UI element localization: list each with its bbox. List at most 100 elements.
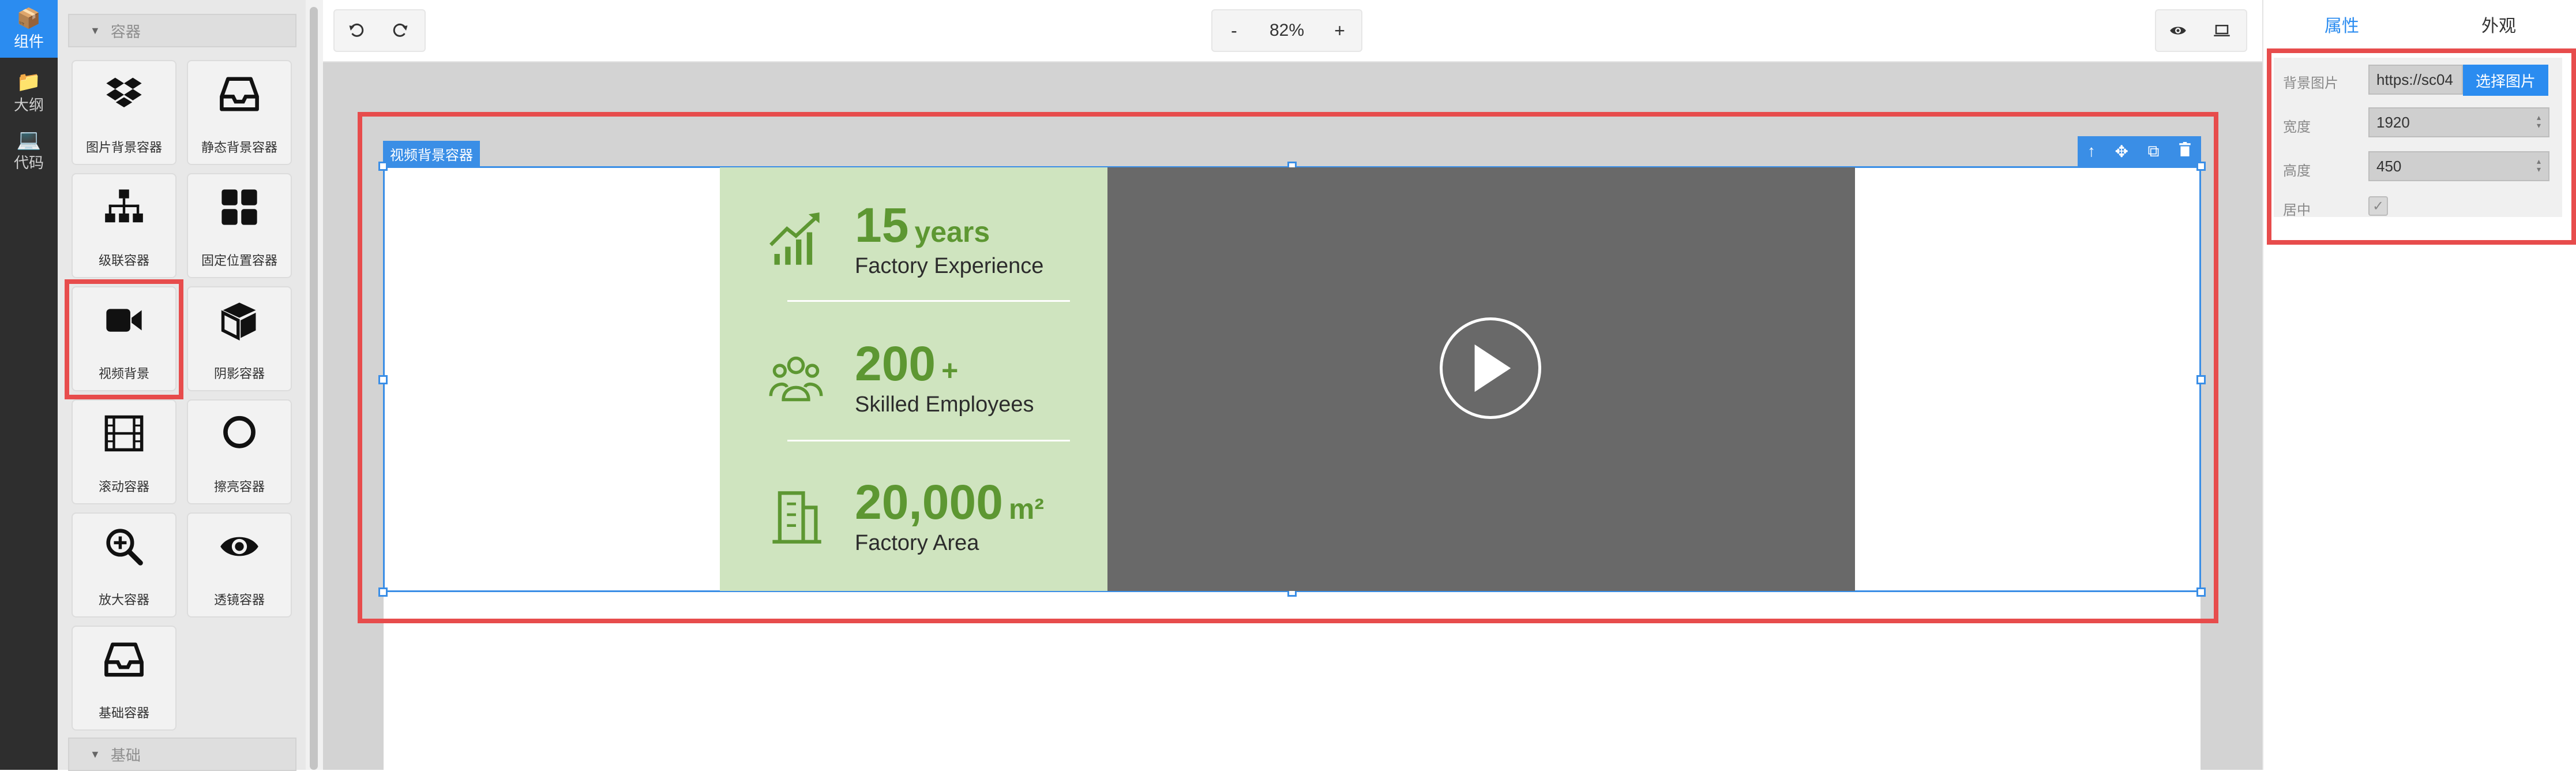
folder-icon: 📁	[16, 70, 42, 93]
play-icon	[1474, 344, 1511, 392]
bg-image-label: 背景图片	[2283, 76, 2338, 91]
bg-image-input[interactable]: https://sc04	[2368, 65, 2463, 95]
sitemap-icon	[105, 189, 143, 223]
tile-video-bg[interactable]: 视频背景	[72, 286, 177, 391]
rail-item-label: 组件	[13, 32, 44, 50]
width-label: 宽度	[2283, 119, 2311, 135]
tile-label: 滚动容器	[98, 480, 149, 494]
stat-unit: years	[914, 216, 990, 248]
tile-static-bg-container[interactable]: 静态背景容器	[187, 60, 292, 165]
rail-item-outline[interactable]: 📁 大纲	[0, 63, 58, 121]
caret-down-icon: ▼	[90, 24, 100, 36]
play-button[interactable]	[1440, 317, 1541, 419]
laptop-icon: 💻	[16, 128, 42, 151]
eye-icon	[220, 537, 258, 556]
center-checkbox[interactable]: ✓	[2368, 196, 2388, 216]
laptop-icon	[2214, 25, 2230, 36]
redo-button[interactable]	[378, 10, 422, 51]
choose-image-button[interactable]: 选择图片	[2463, 65, 2548, 96]
copy-icon[interactable]: ⧉	[2148, 142, 2160, 161]
tile-polish-container[interactable]: 擦亮容器	[187, 399, 292, 504]
width-stepper[interactable]: ▴ ▾	[2537, 113, 2541, 129]
tile-label: 阴影容器	[213, 366, 265, 381]
palette-scrollbar-thumb[interactable]	[310, 7, 318, 770]
stat-employees: 200 + Skilled Employees	[767, 335, 1090, 433]
delete-icon[interactable]	[2179, 141, 2191, 161]
container-actions: ↑ ✥ ⧉	[2078, 136, 2201, 166]
stat-experience: 15 years Factory Experience	[767, 196, 1090, 294]
section-header-container[interactable]: ▼ 容器	[68, 14, 296, 47]
width-input[interactable]: 1920	[2368, 107, 2549, 137]
history-group	[333, 9, 426, 52]
tile-label: 透镜容器	[213, 593, 265, 607]
stat-value: 15 years	[855, 199, 990, 259]
package-icon: 📦	[16, 7, 42, 29]
caret-down-icon: ▼	[90, 748, 100, 760]
zoom-in-button[interactable]: +	[1318, 10, 1361, 51]
move-up-icon[interactable]: ↑	[2087, 142, 2096, 160]
stat-value: 20,000 m²	[855, 476, 1044, 536]
stat-divider	[787, 440, 1070, 441]
rail-item-label: 代码	[13, 154, 44, 171]
tile-fixed-position-container[interactable]: 固定位置容器	[187, 173, 292, 278]
tile-basic-container[interactable]: 基础容器	[72, 626, 177, 731]
dropbox-icon	[106, 77, 142, 107]
tile-label: 级联容器	[98, 253, 149, 268]
zoom-in-icon	[106, 529, 143, 566]
zoom-out-button[interactable]: -	[1212, 10, 1256, 51]
undo-button[interactable]	[335, 10, 378, 51]
drag-move-icon[interactable]: ✥	[2115, 142, 2128, 161]
tab-properties[interactable]: 属性	[2263, 0, 2420, 48]
resize-handle-ne[interactable]	[2196, 162, 2206, 171]
redo-icon	[393, 23, 408, 37]
zoom-group: - 82% +	[1211, 9, 1362, 52]
stat-label: Skilled Employees	[855, 392, 1034, 417]
stat-number: 200	[855, 336, 936, 391]
tile-label: 固定位置容器	[201, 253, 277, 268]
stat-value: 200 +	[855, 337, 958, 397]
tile-label: 基础容器	[98, 706, 149, 720]
app-rail: 📦 组件 📁 大纲 💻 代码	[0, 0, 58, 770]
tile-lens-container[interactable]: 透镜容器	[187, 512, 292, 617]
container-tag: 视频背景容器	[383, 141, 480, 166]
rail-item-label: 大纲	[13, 96, 44, 114]
desktop-view-button[interactable]	[2200, 10, 2244, 51]
preview-button[interactable]	[2156, 10, 2200, 51]
inbox-icon	[104, 642, 144, 677]
tile-label: 静态背景容器	[201, 140, 277, 155]
video-camera-icon	[106, 309, 142, 332]
section-header-basic[interactable]: ▼ 基础	[68, 738, 296, 771]
cube-icon	[221, 302, 256, 340]
stat-number: 15	[855, 198, 909, 252]
rail-item-code[interactable]: 💻 代码	[0, 121, 58, 179]
stat-number: 20,000	[855, 475, 1003, 529]
height-input[interactable]: 450	[2368, 151, 2549, 181]
tile-image-bg-container[interactable]: 图片背景容器	[72, 60, 177, 165]
tile-label: 视频背景	[98, 366, 149, 381]
tile-label: 图片背景容器	[85, 140, 162, 155]
tile-scroll-container[interactable]: 滚动容器	[72, 399, 177, 504]
height-stepper[interactable]: ▴ ▾	[2537, 157, 2541, 173]
section-title: 基础	[110, 746, 141, 764]
stat-unit: m²	[1008, 493, 1045, 525]
undo-icon	[349, 23, 364, 37]
tile-shadow-container[interactable]: 阴影容器	[187, 286, 292, 391]
resize-handle-e[interactable]	[2196, 375, 2206, 384]
stat-divider	[787, 300, 1070, 302]
resize-handle-nw[interactable]	[378, 162, 388, 171]
tile-zoom-container[interactable]: 放大容器	[72, 512, 177, 617]
section-title: 容器	[110, 23, 141, 40]
tile-label: 放大容器	[98, 593, 149, 607]
tab-appearance[interactable]: 外观	[2420, 0, 2576, 48]
canvas-toolbar: - 82% +	[323, 0, 2262, 62]
eye-icon	[2170, 27, 2186, 35]
tile-cascade-container[interactable]: 级联容器	[72, 173, 177, 278]
stat-unit: +	[941, 354, 959, 387]
resize-handle-sw[interactable]	[378, 587, 388, 597]
people-icon	[769, 356, 823, 402]
inbox-icon	[220, 77, 259, 111]
resize-handle-se[interactable]	[2196, 587, 2206, 597]
resize-handle-w[interactable]	[378, 375, 388, 384]
rail-item-components[interactable]: 📦 组件	[0, 0, 58, 58]
zoom-level: 82%	[1269, 21, 1305, 40]
